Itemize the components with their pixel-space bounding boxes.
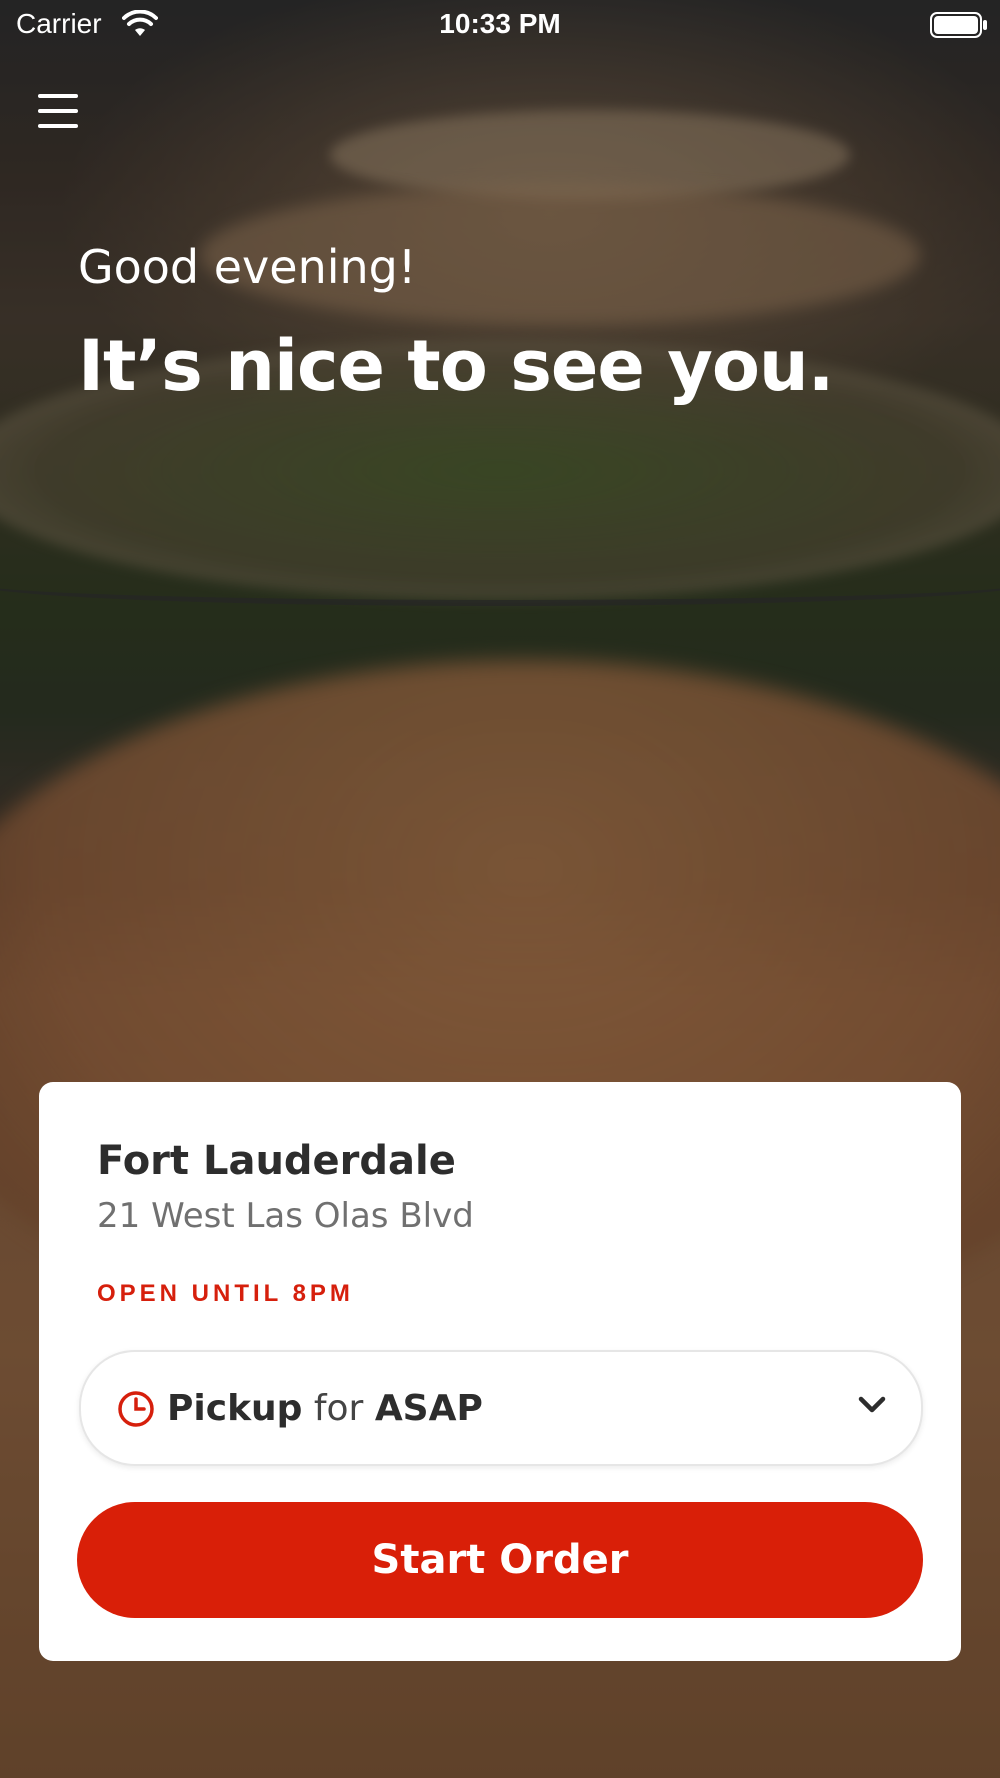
clock-time: 10:33 PM: [439, 8, 561, 39]
status-bar: Carrier 10:33 PM: [0, 0, 1000, 50]
clock-icon: [118, 1391, 154, 1427]
location-name: Fort Lauderdale: [97, 1138, 456, 1184]
greeting-text: Good evening!: [78, 240, 417, 294]
location-address: 21 West Las Olas Blvd: [97, 1196, 474, 1236]
pickup-summary: Pickup for ASAP: [167, 1388, 483, 1429]
pickup-connector: for: [313, 1388, 364, 1429]
pickup-mode: Pickup: [167, 1388, 303, 1429]
location-card: Fort Lauderdale 21 West Las Olas Blvd OP…: [39, 1082, 961, 1661]
open-status: OPEN UNTIL 8PM: [97, 1280, 354, 1307]
pickup-time-selector[interactable]: Pickup for ASAP: [79, 1350, 923, 1466]
battery-icon: [930, 12, 987, 38]
hamburger-menu-icon[interactable]: [38, 94, 78, 134]
start-order-button[interactable]: Start Order: [77, 1502, 923, 1618]
welcome-headline: It’s nice to see you.: [78, 325, 834, 407]
pickup-time: ASAP: [374, 1388, 483, 1429]
chevron-down-icon[interactable]: [857, 1394, 887, 1416]
